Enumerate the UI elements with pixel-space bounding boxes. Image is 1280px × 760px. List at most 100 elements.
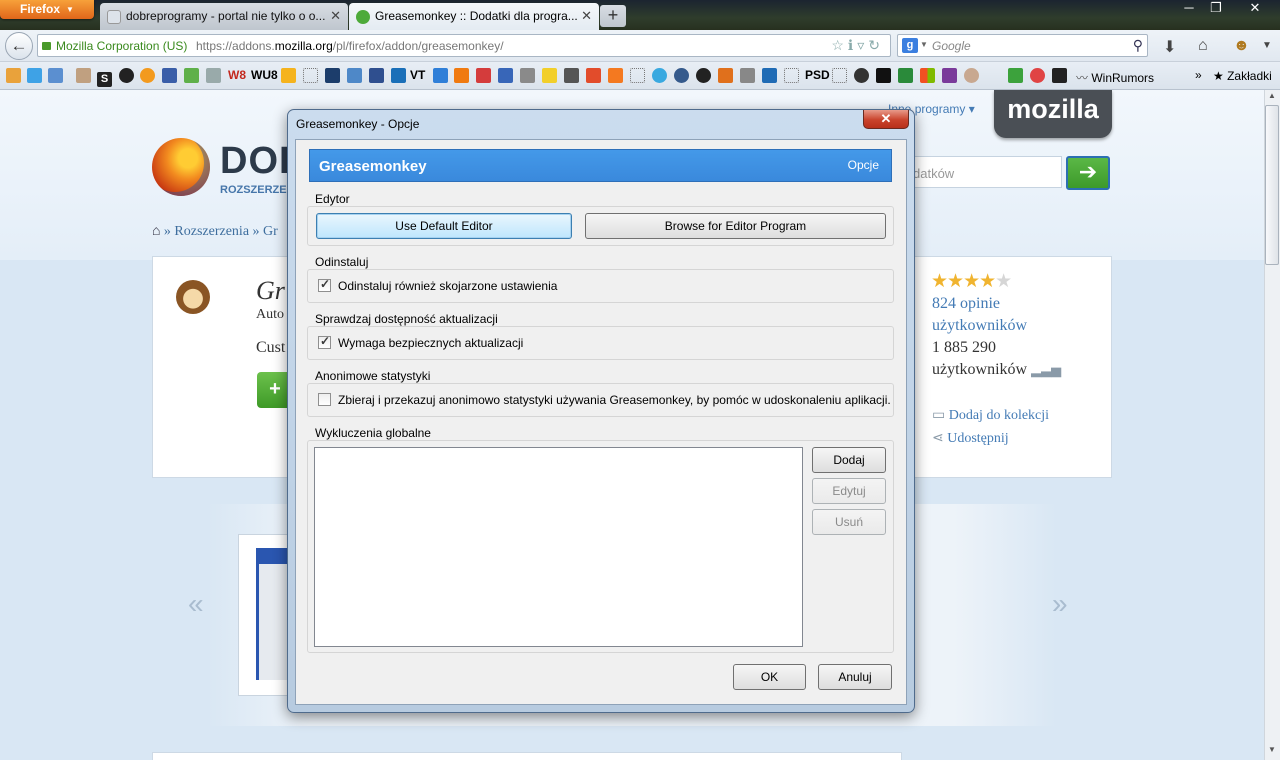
bookmark-icon[interactable] — [762, 68, 777, 84]
info-icon[interactable]: ℹ — [848, 37, 857, 53]
checkbox-unchecked[interactable] — [318, 393, 331, 406]
anonymous-stats-checkbox[interactable]: Zbieraj i przekazuj anonimowo statystyki… — [318, 393, 891, 407]
engine-dropdown-icon[interactable]: ▼ — [920, 40, 928, 49]
bookmark-icon[interactable] — [876, 68, 891, 84]
bookmark-icon[interactable] — [48, 68, 63, 84]
dialog-close-button[interactable]: ✕ — [863, 110, 909, 129]
bookmark-icon[interactable] — [740, 68, 755, 84]
reviews-link-label[interactable]: użytkowników — [932, 317, 1027, 335]
bookmark-icon[interactable] — [140, 68, 155, 84]
bookmark-wu8[interactable]: WU8 — [251, 68, 278, 84]
new-tab-button[interactable]: + — [600, 5, 626, 27]
url-text[interactable]: https://addons.mozilla.org/pl/firefox/ad… — [196, 39, 504, 53]
maximize-button[interactable]: ❐ — [1203, 0, 1229, 17]
home-icon[interactable]: ⌂ — [152, 224, 160, 239]
twitter-icon[interactable] — [652, 68, 667, 84]
bookmark-icon[interactable] — [898, 68, 913, 84]
minimize-button[interactable]: ─ — [1176, 0, 1202, 17]
carousel-prev-button[interactable]: « — [188, 588, 204, 620]
bookmark-icon[interactable] — [303, 68, 318, 84]
bookmark-icon[interactable] — [391, 68, 406, 84]
bookmarks-menu-button[interactable]: ★ Zakładki — [1213, 69, 1272, 83]
bookmark-icon[interactable] — [433, 68, 448, 84]
bookmark-star-icon[interactable]: ☆ — [831, 37, 848, 53]
google-icon[interactable]: g — [902, 38, 918, 53]
bookmark-icon[interactable] — [347, 68, 362, 84]
bookmark-icon[interactable] — [476, 68, 491, 84]
bookmark-icon[interactable] — [630, 68, 645, 84]
search-magnifier-icon[interactable]: ⚲ — [1133, 37, 1143, 54]
bookmark-icon[interactable] — [281, 68, 296, 84]
bookmark-icon[interactable] — [6, 68, 21, 84]
bookmark-icon[interactable] — [696, 68, 711, 84]
url-bar-icons[interactable]: ☆ℹ▿↻ — [831, 37, 884, 54]
bookmark-icon[interactable] — [162, 68, 177, 84]
bookmark-icon[interactable] — [718, 68, 733, 84]
tab-dobreprogramy[interactable]: dobreprogramy - portal nie tylko o o... … — [100, 3, 348, 30]
carousel-next-button[interactable]: » — [1052, 588, 1068, 620]
bookmark-icon[interactable] — [454, 68, 469, 84]
search-go-button[interactable]: ➔ — [1066, 156, 1110, 190]
windows-icon[interactable] — [920, 68, 935, 84]
bookmark-icon[interactable] — [119, 68, 134, 84]
reviews-link[interactable]: 824 opinie — [932, 295, 1000, 313]
bookmark-psd[interactable]: PSD — [805, 68, 830, 84]
bookmark-icon[interactable] — [674, 68, 689, 84]
add-exclusion-button[interactable]: Dodaj — [812, 447, 886, 473]
search-bar[interactable]: g ▼ Google ⚲ — [897, 34, 1148, 57]
close-tab-icon[interactable]: ✕ — [581, 8, 592, 24]
url-bar[interactable]: Mozilla Corporation (US) https://addons.… — [37, 34, 891, 57]
cancel-button[interactable]: Anuluj — [818, 664, 892, 690]
bookmark-icon[interactable]: S — [97, 68, 112, 87]
close-tab-icon[interactable]: ✕ — [330, 8, 341, 24]
breadcrumb-text[interactable]: » Rozszerzenia » Gr — [164, 224, 278, 239]
bookmark-icon[interactable] — [498, 68, 513, 84]
addons-search-input[interactable]: datków — [900, 156, 1062, 188]
secure-updates-checkbox[interactable]: Wymaga bezpiecznych aktualizacji — [318, 334, 523, 350]
checkbox-checked[interactable] — [318, 334, 331, 349]
bookmark-icon[interactable] — [520, 68, 535, 84]
bookmark-icon[interactable] — [608, 68, 623, 84]
toolbar-dropdown-icon[interactable]: ▼ — [1262, 40, 1272, 51]
bookmark-icon[interactable] — [564, 68, 579, 84]
bookmark-icon[interactable] — [964, 68, 979, 84]
remove-exclusion-button[interactable]: Usuń — [812, 509, 886, 535]
bookmark-icon[interactable] — [832, 68, 847, 84]
browse-editor-button[interactable]: Browse for Editor Program — [585, 213, 886, 239]
back-button[interactable]: ← — [5, 32, 33, 60]
bookmark-icon[interactable] — [1030, 68, 1045, 84]
mozilla-logo[interactable]: mozilla — [994, 90, 1112, 138]
bookmark-w8[interactable]: W8 — [228, 68, 246, 84]
home-icon[interactable]: ⌂ — [1198, 37, 1208, 55]
bookmarks-overflow-button[interactable]: » — [1195, 68, 1202, 82]
share-link[interactable]: ⋖ Udostępnij — [932, 430, 1009, 447]
history-dropdown-icon[interactable]: ▿ — [857, 37, 868, 53]
scroll-up-arrow-icon[interactable]: ▲ — [1265, 91, 1279, 104]
firefox-menu-button[interactable]: Firefox ▼ — [0, 0, 94, 19]
bookmark-icon[interactable] — [184, 68, 199, 84]
bookmark-icon[interactable] — [942, 68, 957, 84]
close-window-button[interactable]: ✕ — [1238, 0, 1272, 17]
bookmark-icon[interactable] — [369, 68, 384, 84]
greasemonkey-icon[interactable]: ☻ — [1233, 37, 1250, 55]
scrollbar-thumb[interactable] — [1265, 105, 1279, 265]
bookmark-vt[interactable]: VT — [410, 68, 425, 84]
bookmark-icon[interactable] — [586, 68, 601, 84]
checkbox-checked[interactable] — [318, 277, 331, 292]
bookmark-icon[interactable] — [1052, 68, 1067, 84]
downloads-icon[interactable]: ⬇ — [1163, 37, 1176, 57]
ok-button[interactable]: OK — [733, 664, 806, 690]
bookmark-icon[interactable] — [325, 68, 340, 84]
site-identity[interactable]: Mozilla Corporation (US) — [42, 39, 187, 53]
uninstall-prefs-checkbox[interactable]: Odinstaluj również skojarzone ustawienia — [318, 277, 557, 293]
bookmark-icon[interactable] — [1008, 68, 1023, 84]
reload-icon[interactable]: ↻ — [868, 37, 884, 53]
bookmark-icon[interactable] — [76, 68, 91, 84]
add-to-collection-link[interactable]: ▭ Dodaj do kolekcji — [932, 407, 1049, 424]
bookmark-winrumors[interactable]: 〰 WinRumors — [1076, 69, 1154, 86]
bookmark-icon[interactable] — [27, 68, 42, 84]
edit-exclusion-button[interactable]: Edytuj — [812, 478, 886, 504]
use-default-editor-button[interactable]: Use Default Editor — [316, 213, 572, 239]
bookmark-icon[interactable] — [784, 68, 799, 84]
bookmark-icon[interactable] — [542, 68, 557, 84]
